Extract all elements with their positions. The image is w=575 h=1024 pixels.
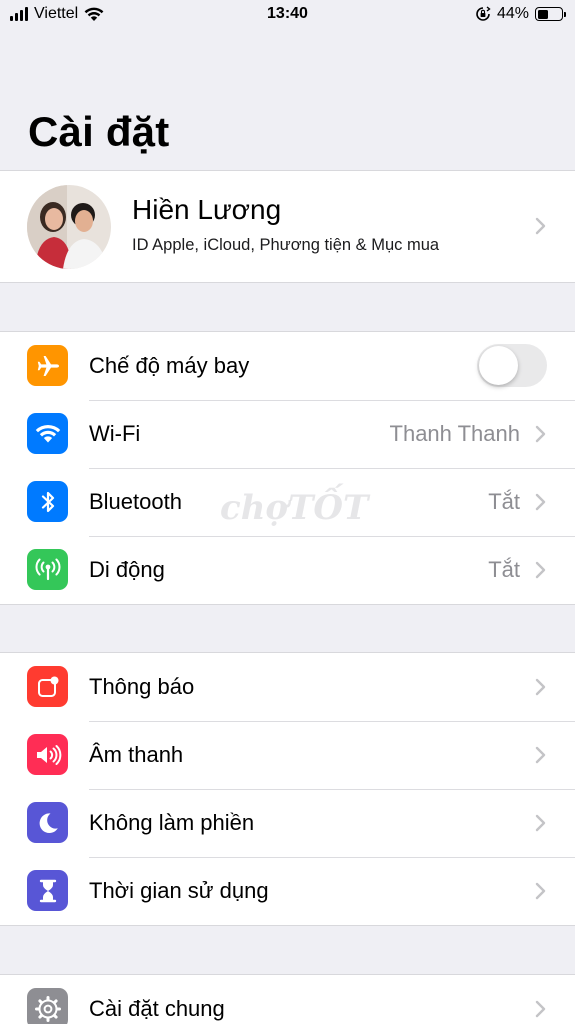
battery-icon xyxy=(535,7,566,21)
settings-row-cellular[interactable]: Di động Tắt xyxy=(0,536,575,604)
wifi-value: Thanh Thanh xyxy=(389,421,520,446)
moon-icon xyxy=(27,802,68,843)
chevron-right-icon xyxy=(535,561,546,579)
notifications-group: Thông báo Âm thanh Không làm phiền Thời … xyxy=(0,652,575,926)
chevron-right-icon xyxy=(535,1000,546,1018)
screen-time-label: Thời gian sử dụng xyxy=(89,878,269,903)
sounds-label: Âm thanh xyxy=(89,742,184,767)
chevron-right-icon xyxy=(535,425,546,443)
status-bar: Viettel 13:40 44% xyxy=(0,0,575,32)
settings-row-screen-time[interactable]: Thời gian sử dụng xyxy=(0,857,575,925)
avatar xyxy=(27,185,111,269)
airplane-mode-toggle[interactable] xyxy=(477,344,547,387)
settings-row-wifi[interactable]: Wi-Fi Thanh Thanh xyxy=(0,400,575,468)
do-not-disturb-label: Không làm phiền xyxy=(89,810,255,835)
apple-id-profile-row[interactable] xyxy=(0,170,575,283)
profile-name: Hiền Lương xyxy=(132,194,282,225)
bluetooth-label: Bluetooth xyxy=(89,489,182,514)
chevron-right-icon xyxy=(535,493,546,511)
bluetooth-icon xyxy=(27,481,68,522)
sound-icon xyxy=(27,734,68,775)
page-title: Cài đặt xyxy=(28,108,170,155)
settings-row-general[interactable]: Cài đặt chung xyxy=(0,975,575,1024)
chevron-right-icon xyxy=(535,217,546,235)
gear-icon xyxy=(27,988,68,1024)
airplane-mode-label: Chế độ máy bay xyxy=(89,353,250,378)
chevron-right-icon xyxy=(535,678,546,696)
connectivity-group: Chế độ máy bay Wi-Fi Thanh Thanh Bluetoo… xyxy=(0,331,575,605)
wifi-label: Wi-Fi xyxy=(89,421,141,446)
notifications-label: Thông báo xyxy=(89,674,195,699)
cellular-value: Tắt xyxy=(488,557,520,582)
chevron-right-icon xyxy=(535,814,546,832)
settings-row-bluetooth[interactable]: Bluetooth Tắt xyxy=(0,468,575,536)
profile-subtitle: ID Apple, iCloud, Phương tiện & Mục mua xyxy=(132,236,440,254)
battery-percent: 44% xyxy=(496,5,529,22)
general-group: Cài đặt chung xyxy=(0,974,575,1024)
orientation-lock-icon xyxy=(476,6,491,21)
chevron-right-icon xyxy=(535,882,546,900)
bluetooth-value: Tắt xyxy=(488,489,520,514)
settings-row-do-not-disturb[interactable]: Không làm phiền xyxy=(0,789,575,857)
hourglass-icon xyxy=(27,870,68,911)
settings-screen: Viettel 13:40 44% Cài đặt Hiền Lương ID … xyxy=(0,0,575,1024)
chevron-right-icon xyxy=(535,746,546,764)
wifi-icon xyxy=(27,413,68,454)
cellular-icon xyxy=(27,549,68,590)
airplane-icon xyxy=(27,345,68,386)
toggle-knob xyxy=(479,346,518,385)
cellular-label: Di động xyxy=(89,557,165,582)
settings-row-airplane-mode: Chế độ máy bay xyxy=(0,332,575,400)
general-label: Cài đặt chung xyxy=(89,996,225,1021)
notifications-icon xyxy=(27,666,68,707)
settings-row-sounds[interactable]: Âm thanh xyxy=(0,721,575,789)
settings-row-notifications[interactable]: Thông báo xyxy=(0,653,575,721)
